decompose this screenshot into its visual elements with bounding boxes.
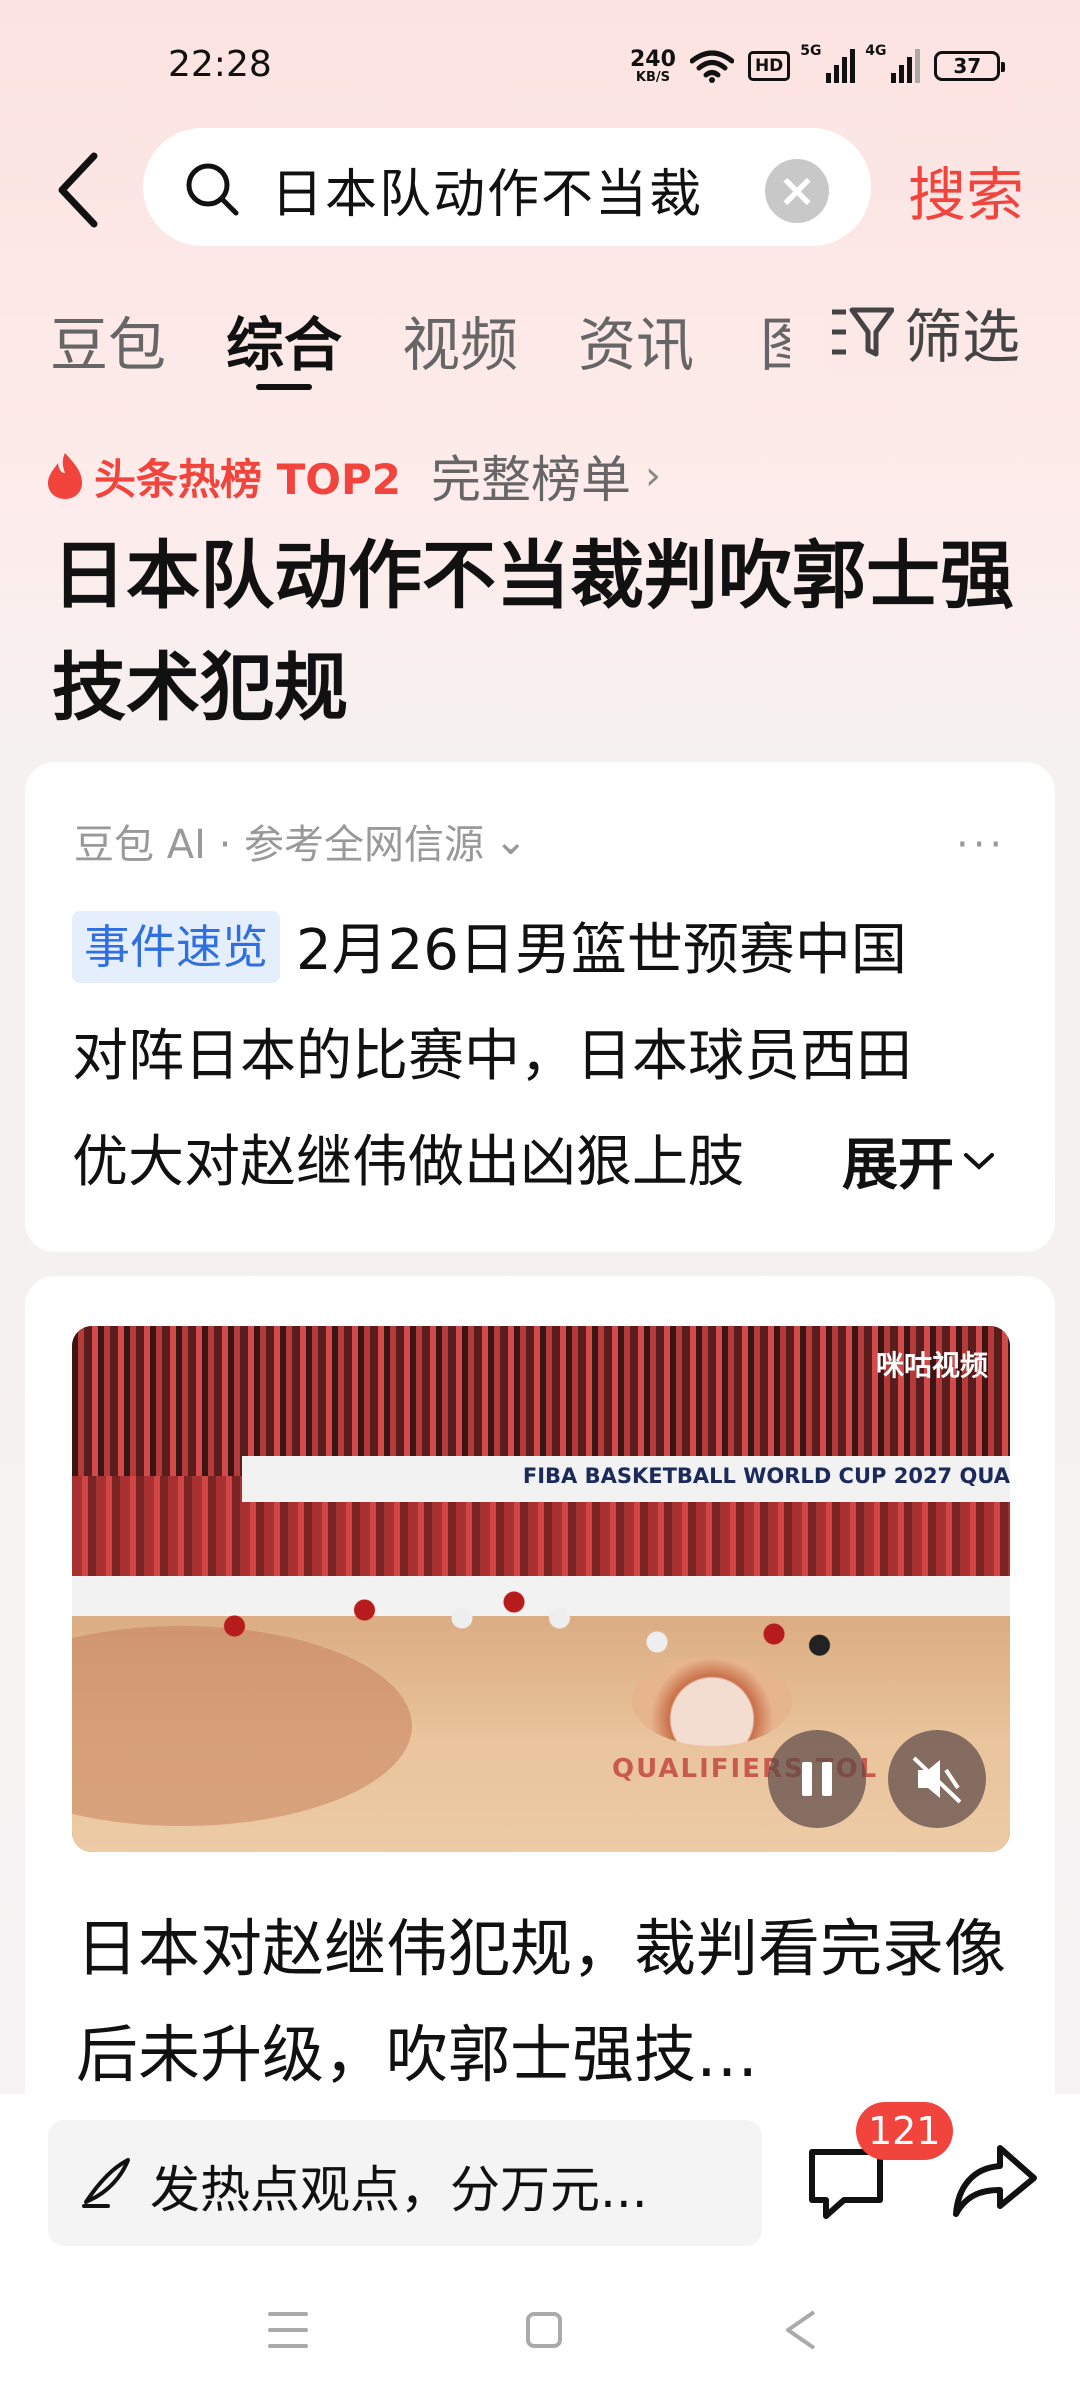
share-icon[interactable] — [950, 2136, 1038, 2224]
chevron-down-icon: ⌄ — [494, 818, 528, 864]
tab-doubao[interactable]: 豆包 — [50, 298, 166, 379]
tab-comprehensive[interactable]: 综合 — [226, 298, 342, 379]
chevron-right-icon: › — [644, 453, 661, 499]
migu-watermark: 咪咕视频 — [875, 1349, 988, 1382]
muted-speaker-icon — [912, 1756, 962, 1804]
network-speed: 240 KB/S — [630, 46, 676, 85]
hot-list-label: 头条热榜 TOP2 — [94, 454, 401, 504]
full-list-link[interactable]: 完整榜单 — [431, 440, 631, 512]
search-input[interactable]: 日本队动作不当裁 — [271, 152, 703, 227]
signal-4g-label: 4G — [865, 43, 887, 59]
tab-video[interactable]: 视频 — [402, 298, 518, 379]
expand-label: 展开 — [842, 1133, 954, 1198]
pen-icon — [82, 2158, 130, 2208]
filter-icon — [832, 307, 894, 357]
summary-line-3: 优大对赵继伟做出凶狠上肢 — [72, 1130, 744, 1195]
nav-menu-line — [268, 2312, 308, 2316]
signal-5g-icon: 5G — [800, 43, 856, 83]
topic-title: 日本队动作不当裁判吹郭士强技术犯规 — [52, 533, 1014, 731]
pause-icon-bar-right — [822, 1762, 832, 1796]
video-banner-text: FIBA BASKETBALL WORLD CUP 2027 QUA — [522, 1464, 1010, 1488]
filter-button[interactable]: 筛选 — [820, 292, 1021, 372]
nav-back-icon[interactable] — [780, 2308, 824, 2352]
comment-count-badge: 121 — [856, 2102, 953, 2160]
video-player[interactable]: FIBA BASKETBALL WORLD CUP 2027 QUA QUALI… — [72, 1326, 1010, 1852]
nav-menu-button[interactable] — [268, 2312, 308, 2348]
nav-menu-line — [268, 2344, 308, 2348]
event-overview-tag: 事件速览 — [72, 911, 280, 983]
flame-icon — [48, 453, 82, 499]
search-icon — [186, 163, 239, 216]
video-title[interactable]: 日本对赵继伟犯规，裁判看完录像后未升级，吹郭士强技… — [76, 1896, 1006, 2108]
video-banner: FIBA BASKETBALL WORLD CUP 2027 QUA — [242, 1456, 1010, 1502]
battery-icon: 37 — [934, 51, 1006, 81]
summary-line-1: 2月26日男篮世预赛中国 — [296, 918, 907, 983]
network-speed-unit: KB/S — [635, 69, 671, 85]
more-options-button[interactable]: ··· — [956, 822, 1006, 868]
tab-news[interactable]: 资讯 — [578, 298, 694, 379]
nav-menu-line — [268, 2328, 308, 2332]
expand-button[interactable]: 展开 — [824, 1120, 996, 1201]
filter-label: 筛选 — [904, 303, 1021, 371]
hot-list-row[interactable]: 头条热榜 TOP2 完整榜单 › — [44, 440, 661, 512]
tab-bar: 豆包 综合 视频 资讯 — [50, 298, 694, 379]
hd-voice-icon: HD — [747, 51, 791, 81]
signal-5g-label: 5G — [800, 43, 822, 59]
mute-button[interactable] — [888, 1730, 986, 1828]
pause-icon-bar-left — [802, 1762, 812, 1796]
ai-source-selector[interactable]: 豆包 AI · 参考全网信源 ⌄ — [74, 812, 528, 870]
comment-placeholder[interactable]: 发热点观点，分万元... — [150, 2150, 648, 2222]
network-speed-value: 240 — [630, 46, 676, 72]
back-arrow-icon[interactable] — [50, 150, 110, 230]
wifi-icon — [689, 50, 734, 83]
summary-line-2: 对阵日本的比赛中，日本球员西田 — [72, 1024, 912, 1089]
status-time: 22:28 — [168, 44, 272, 85]
status-icons: 240 KB/S HD 5G 4G 37 — [630, 43, 1006, 88]
ai-source-label: 豆包 AI · 参考全网信源 — [74, 822, 485, 868]
search-button[interactable]: 搜索 — [908, 148, 1024, 232]
pause-button[interactable] — [768, 1730, 866, 1828]
clear-search-button[interactable]: × — [765, 159, 829, 223]
video-players — [202, 1546, 852, 1706]
tab-images-partial[interactable]: 图 — [760, 298, 790, 378]
video-crowd — [72, 1326, 1010, 1476]
nav-home-button[interactable] — [526, 2312, 562, 2348]
signal-4g-icon: 4G — [865, 43, 921, 83]
chevron-down-icon — [964, 1152, 994, 1170]
